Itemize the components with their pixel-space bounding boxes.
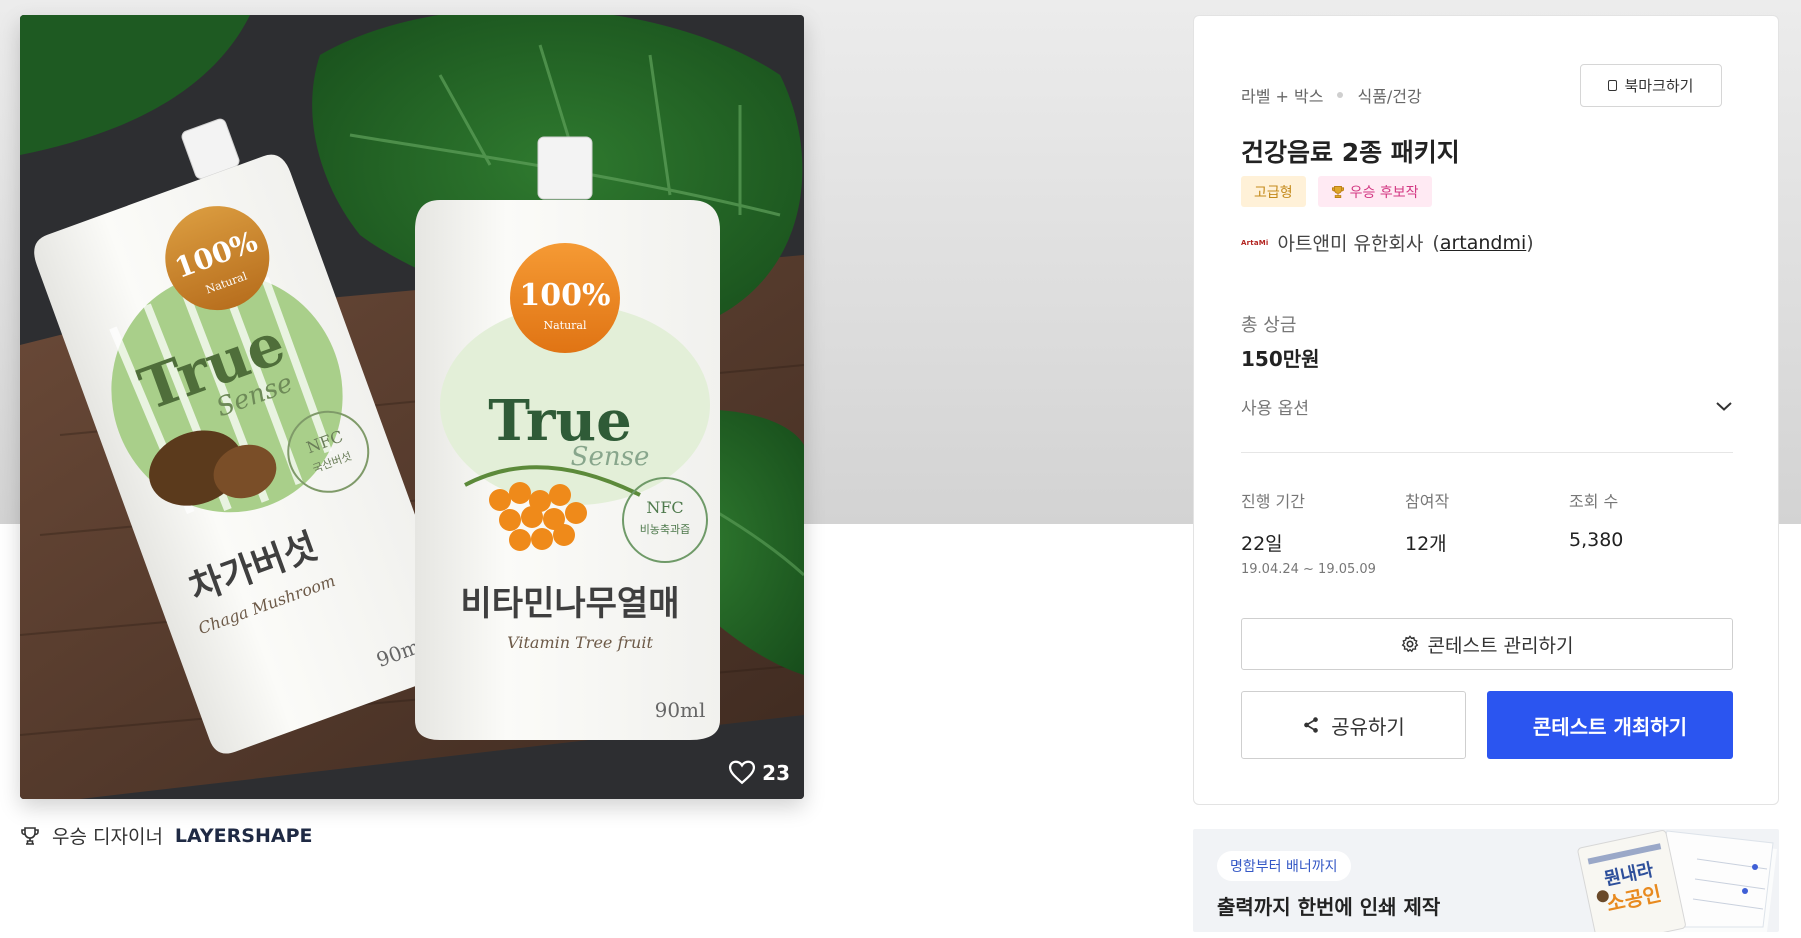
badge-group: 고급형 우승 후보작 [1241,176,1432,207]
host-contest-button[interactable]: 콘테스트 개최하기 [1487,691,1733,759]
manage-contest-button[interactable]: 콘테스트 관리하기 [1241,618,1733,670]
trophy-icon [21,826,39,845]
right-pouch-volume: 90ml [655,698,706,722]
like-button[interactable]: 23 [728,760,790,785]
banner-text: 출력까지 한번에 인쇄 제작 [1217,895,1441,919]
breadcrumb-item-type[interactable]: 라벨 + 박스 [1241,83,1323,107]
heart-icon [729,760,756,785]
stat-period-range: 19.04.24 ~ 19.05.09 [1241,562,1376,577]
company-paren-open: ( [1432,231,1440,254]
product-image[interactable]: 100% Natural True Sense NFC 국산버섯 차가버섯 Ch… [20,15,804,799]
badge-premium: 고급형 [1241,176,1306,207]
stat-period-value: 22일 [1241,533,1283,555]
badge-finalist-label: 우승 후보작 [1349,184,1419,201]
winner-designer: 우승 디자이너 LAYERSHAPE [20,822,312,849]
banner-tag: 명함부터 배너까지 [1217,851,1351,881]
stat-entries: 참여작 12개 [1405,488,1449,556]
badge-finalist: 우승 후보작 [1317,176,1432,207]
bookmark-icon [1608,80,1618,91]
trophy-icon [1331,185,1344,198]
divider [1241,452,1733,453]
right-pouch-script: Sense [571,442,650,472]
bookmark-label: 북마크하기 [1624,77,1694,95]
right-pouch-name: 비타민나무열매 [461,584,680,624]
share-button[interactable]: 공유하기 [1241,691,1466,759]
options-dropdown[interactable]: 사용 옵션 [1241,388,1733,424]
like-count: 23 [762,760,790,785]
gear-icon [1401,635,1418,653]
chevron-down-icon [1716,402,1732,411]
stat-entries-label: 참여작 [1405,492,1450,511]
right-pouch-seal-bottom: 비농축과즙 [640,523,691,536]
bookmark-button[interactable]: 북마크하기 [1580,64,1722,107]
stat-views: 조회 수 5,380 [1569,488,1623,551]
breadcrumb-separator [1337,92,1344,98]
stat-views-value: 5,380 [1569,529,1624,551]
stat-period: 진행 기간 22일 19.04.24 ~ 19.05.09 [1241,488,1376,577]
share-label: 공유하기 [1331,714,1405,739]
product-illustration: 100% Natural True Sense NFC 국산버섯 차가버섯 Ch… [20,15,804,799]
company-handle-link[interactable]: artandmi [1440,232,1526,254]
contest-title: 건강음료 2종 패키지 [1241,138,1460,167]
breadcrumb-item-category[interactable]: 식품/건강 [1357,83,1421,107]
stat-views-label: 조회 수 [1569,492,1619,511]
contest-info-card: 북마크하기 라벨 + 박스 식품/건강 건강음료 2종 패키지 고급형 우승 후… [1193,15,1779,805]
company-logo: ArtaMi [1241,238,1269,247]
stat-period-label: 진행 기간 [1241,492,1305,511]
company-info: ArtaMi 아트앤미 유한회사 (artandmi) [1241,229,1534,256]
prize-label: 총 상금 [1241,315,1297,336]
print-banner-ad[interactable]: 명함부터 배너까지 출력까지 한번에 인쇄 제작 뭔내라 소공인 [1193,829,1779,932]
right-pouch-badge-sub: Natural [543,319,587,332]
company-name: 아트앤미 유한회사 [1277,233,1424,255]
company-paren-close: ) [1526,231,1534,254]
winner-name[interactable]: LAYERSHAPE [175,825,313,847]
stat-entries-value: 12개 [1405,533,1447,555]
breadcrumb: 라벨 + 박스 식품/건강 [1241,83,1422,107]
share-icon [1304,717,1319,733]
right-pouch-seal-top: NFC [646,498,683,517]
winner-label: 우승 디자이너 [52,826,163,848]
manage-contest-label: 콘테스트 관리하기 [1427,634,1574,657]
right-pouch-badge: 100% [519,278,610,313]
prize-value: 150만원 [1241,347,1320,371]
banner-illustration: 뭔내라 소공인 [1577,830,1777,932]
options-label: 사용 옵션 [1241,398,1309,419]
right-pouch-name-en: Vitamin Tree fruit [507,633,653,652]
